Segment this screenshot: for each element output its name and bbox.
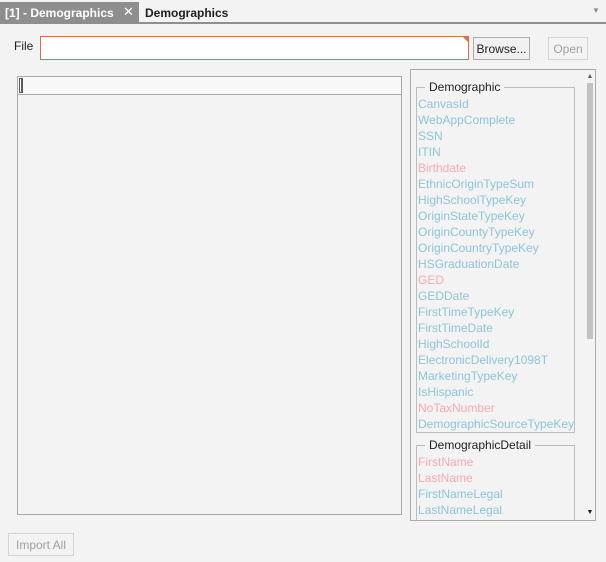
field-item[interactable]: LastNameLegal xyxy=(418,502,503,518)
open-button[interactable]: Open xyxy=(548,37,588,60)
file-path-input[interactable] xyxy=(40,36,469,60)
chevron-down-icon[interactable]: ▼ xyxy=(592,6,602,16)
close-icon[interactable]: ✕ xyxy=(123,5,135,19)
field-item[interactable]: Birthdate xyxy=(418,160,574,176)
field-item[interactable]: WebAppComplete xyxy=(418,112,574,128)
field-item[interactable]: GED xyxy=(418,272,574,288)
field-item[interactable]: ITIN xyxy=(418,144,574,160)
field-item[interactable]: OriginCountyTypeKey xyxy=(418,224,574,240)
field-item[interactable]: OriginCountryTypeKey xyxy=(418,240,574,256)
field-item[interactable]: HighSchoolTypeKey xyxy=(418,192,574,208)
field-item[interactable]: LastName xyxy=(418,470,503,486)
field-item[interactable]: FirstTimeDate xyxy=(418,320,574,336)
scroll-up-icon[interactable]: ▲ xyxy=(586,73,594,81)
tab-active-demographics[interactable]: [1] - Demographics ✕ xyxy=(0,2,139,23)
tab-label: [1] - Demographics xyxy=(5,5,114,20)
field-item[interactable]: SSN xyxy=(418,128,574,144)
field-item[interactable]: IsHispanic xyxy=(418,384,574,400)
browse-button[interactable]: Browse... xyxy=(473,37,530,60)
group-title: DemographicDetail xyxy=(425,438,536,452)
group-title: Demographic xyxy=(425,80,505,94)
import-all-button[interactable]: Import All xyxy=(8,533,74,556)
field-item[interactable]: FirstName xyxy=(418,454,503,470)
data-grid[interactable] xyxy=(17,76,402,515)
field-item[interactable]: GEDDate xyxy=(418,288,574,304)
scrollbar-thumb[interactable] xyxy=(587,83,593,339)
field-group-demographic: Demographic CanvasId WebAppComplete SSN ITI… xyxy=(416,80,575,433)
field-item[interactable]: EthnicOriginTypeSum xyxy=(418,176,574,192)
field-item[interactable]: CanvasId xyxy=(418,96,574,112)
field-item[interactable]: OriginStateTypeKey xyxy=(418,208,574,224)
vertical-scrollbar[interactable]: ▲ ▼ xyxy=(584,70,595,520)
field-item[interactable]: DemographicSourceTypeKey xyxy=(418,416,574,432)
field-list: FirstName LastName FirstNameLegal LastNameL… xyxy=(418,454,503,518)
field-item[interactable]: HighSchoolId xyxy=(418,336,574,352)
field-group-demographic-detail: DemographicDetail FirstName LastName First… xyxy=(416,438,575,520)
grid-header xyxy=(18,77,401,95)
field-list-panel: Demographic CanvasId WebAppComplete SSN ITI… xyxy=(410,69,596,521)
field-item[interactable]: NoTaxNumber xyxy=(418,400,574,416)
field-item[interactable]: FirstNameLegal xyxy=(418,486,503,502)
field-item[interactable]: HSGraduationDate xyxy=(418,256,574,272)
file-label: File xyxy=(14,39,34,53)
validation-error-marker xyxy=(463,37,468,42)
grid-header-cell[interactable] xyxy=(19,78,23,93)
field-item[interactable]: FirstTimeTypeKey xyxy=(418,304,574,320)
field-list: CanvasId WebAppComplete SSN ITIN Birthdate Et… xyxy=(418,96,574,432)
field-item[interactable]: ElectronicDelivery1098T xyxy=(418,352,574,368)
tab-bar: [1] - Demographics ✕ Demographics ▼ xyxy=(0,0,606,24)
tab-demographics[interactable]: Demographics xyxy=(145,2,228,23)
scroll-down-icon[interactable]: ▼ xyxy=(586,509,594,517)
field-item[interactable]: MarketingTypeKey xyxy=(418,368,574,384)
tab-label: Demographics xyxy=(145,5,229,20)
